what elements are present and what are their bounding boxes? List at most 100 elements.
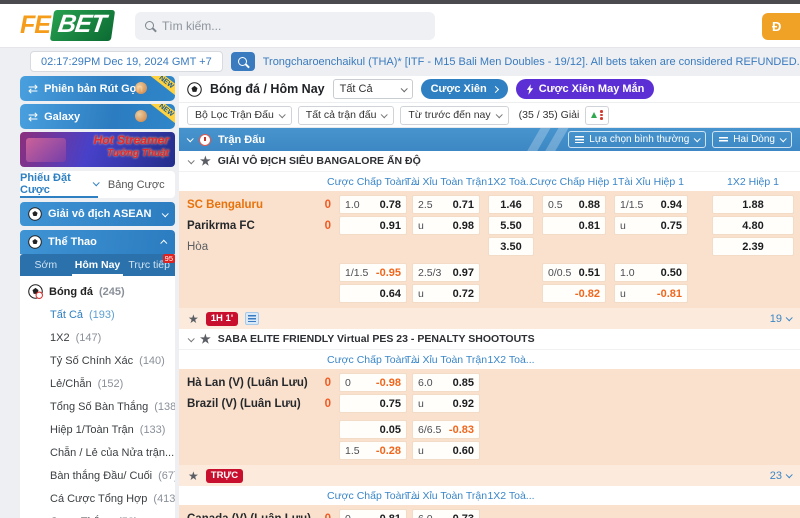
sidebar-market-item[interactable]: Tất Cả(193) (20, 303, 175, 326)
sidebar-market-item[interactable]: Lẻ/Chẵn(152) (20, 372, 175, 395)
odds-cell[interactable]: 3.50 (488, 237, 534, 256)
chevron-down-icon (780, 135, 787, 142)
search-input[interactable]: Tìm kiếm... (135, 12, 435, 40)
odds-cell[interactable]: 1.46 (488, 195, 534, 214)
favorite-star-icon[interactable]: ★ (200, 155, 211, 167)
odds-cell[interactable]: u0.92 (412, 394, 480, 413)
odds-cell[interactable]: 2.50.71 (412, 195, 480, 214)
odds-cell[interactable]: 5.50 (488, 216, 534, 235)
match-filter-dropdown[interactable]: Bộ Lọc Trận Đấu (187, 106, 292, 125)
sidebar-market-item[interactable]: Chẵn / Lẻ của Nửa trận...(129) (20, 441, 175, 464)
sort-up-icon (591, 112, 597, 118)
filter-lines-icon (575, 136, 584, 143)
chevron-up-icon (160, 239, 167, 246)
team-score: 0 (317, 377, 331, 389)
league-sort-button[interactable] (585, 106, 609, 125)
odds-cell[interactable]: 2.5/30.97 (412, 263, 480, 282)
lucky-parlay-button[interactable]: Cược Xiên May Mắn (516, 79, 655, 99)
odds-cell[interactable]: 0.75 (339, 394, 407, 413)
chevron-down-icon (400, 85, 407, 92)
team-column: Parikrma FC0 (187, 220, 339, 232)
league-header[interactable]: ★SABA ELITE FRIENDLY Virtual PES 23 - PE… (179, 329, 800, 350)
sidebar-item-sports[interactable]: Thể Thao (20, 230, 175, 254)
odds-value: 0.71 (453, 199, 474, 211)
ticker-message: Trongcharoenchaikul (THA)* [ITF - M15 Ba… (263, 56, 800, 68)
favorite-star-icon[interactable]: ★ (200, 333, 211, 345)
odds-cell[interactable]: 0.81 (542, 216, 606, 235)
all-matches-dropdown[interactable]: Tất cả trận đấu (298, 106, 395, 125)
odds-cell[interactable]: 0.91 (339, 216, 407, 235)
odds-cell[interactable]: 6/6.5-0.83 (412, 420, 480, 439)
sidebar-item-compact-version[interactable]: ⇄ Phiên bản Rút Gọn NEW (20, 76, 175, 101)
sidebar-market-item[interactable]: 1X2(147) (20, 326, 175, 349)
account-button[interactable]: Đ (762, 13, 800, 40)
match-row: Canada (V) (Luân Lưu)000.81 6.00.73 (187, 508, 794, 518)
row-mode-select[interactable]: Hai Dòng (712, 131, 792, 148)
odds-cell[interactable]: 1.00.50 (614, 263, 688, 282)
odds-cell-empty (488, 441, 534, 460)
sidebar-market-item[interactable]: Cá Cược Tổng Hợp(413) (20, 487, 175, 510)
market-count-select[interactable]: 19 (770, 313, 791, 325)
odds-cell[interactable]: 0/0.50.51 (542, 263, 606, 282)
team-column: Brazil (V) (Luân Lưu)0 (187, 398, 339, 410)
odds-cell[interactable]: 6.00.73 (412, 509, 480, 518)
odds-cell[interactable]: 1.5-0.28 (339, 441, 407, 460)
favorite-star-icon[interactable]: ★ (188, 313, 199, 325)
odds-cell[interactable]: 1/1.5-0.95 (339, 263, 407, 282)
tab-bet-slip[interactable]: Phiếu Đặt Cược (20, 171, 98, 198)
odds-cell[interactable]: 1.88 (712, 195, 794, 214)
odds-cell[interactable]: u0.75 (614, 216, 688, 235)
promo-banner[interactable]: Hot Streamer Tưởng Thuật (20, 132, 175, 167)
odds-cell[interactable]: -0.82 (542, 284, 606, 303)
banner-subtitle: Tưởng Thuật (94, 148, 169, 160)
odds-cell[interactable]: 0.64 (339, 284, 407, 303)
chevron-down-icon[interactable] (187, 135, 194, 142)
odds-cell[interactable]: 0.50.88 (542, 195, 606, 214)
chip-label: Bộ Lọc Trận Đấu (195, 109, 274, 121)
tab-today[interactable]: Hôm Nay (72, 254, 124, 276)
odds-cell[interactable]: u-0.81 (614, 284, 688, 303)
chip-label: Từ trước đến nay (408, 109, 490, 121)
team-column: Canada (V) (Luân Lưu)0 (187, 513, 339, 518)
tab-label: Sớm (35, 259, 58, 271)
sidebar-item-galaxy[interactable]: ⇄ Galaxy NEW (20, 104, 175, 129)
stats-icon[interactable] (245, 312, 259, 325)
febet-logo[interactable]: FE BET (20, 10, 113, 41)
odds-cell[interactable]: 0.05 (339, 420, 407, 439)
sidebar-market-item[interactable]: Bàn thắng Đầu/ Cuối(67) (20, 464, 175, 487)
league-header[interactable]: ★GIẢI VÔ ĐỊCH SIÊU BANGALORE ẤN ĐỘ (179, 151, 800, 172)
odds-cell[interactable]: 2.39 (712, 237, 794, 256)
sidebar-market-item[interactable]: Cược Thắng(52) (20, 510, 175, 518)
odds-cell[interactable]: 6.00.85 (412, 373, 480, 392)
sidebar-market-item[interactable]: Hiệp 1/Toàn Trận(133) (20, 418, 175, 441)
market-label: Tổng Số Bàn Thắng (50, 401, 148, 413)
tab-bet-board[interactable]: Bảng Cược (98, 171, 176, 198)
odds-cell[interactable]: 1/1.50.94 (614, 195, 688, 214)
odds-cell[interactable]: u0.72 (412, 284, 480, 303)
odds-value: 0.91 (380, 220, 401, 232)
planet-decoration (135, 82, 147, 94)
odds-cell[interactable]: 1.00.78 (339, 195, 407, 214)
parlay-button[interactable]: Cược Xiên (421, 79, 508, 99)
tab-live[interactable]: Trực tiếp 95 (123, 254, 175, 276)
time-range-dropdown[interactable]: Từ trước đến nay (400, 106, 508, 125)
team-name: Canada (V) (Luân Lưu) (187, 513, 317, 518)
view-mode-select[interactable]: Lựa chọn bình thường (568, 131, 706, 148)
sidebar-item-football[interactable]: Bóng đá (245) (20, 280, 175, 303)
market-count: (413) (153, 493, 175, 505)
odds-cell[interactable]: u0.98 (412, 216, 480, 235)
market-count-select[interactable]: 23 (770, 470, 791, 482)
handicap-value: 2.5/3 (418, 267, 441, 279)
tab-early[interactable]: Sớm (20, 254, 72, 276)
ticker-search-button[interactable] (231, 52, 255, 71)
odds-cell[interactable]: 00.81 (339, 509, 407, 518)
favorite-star-icon[interactable]: ★ (188, 470, 199, 482)
sidebar-market-item[interactable]: Tổng Số Bàn Thắng(138) (20, 395, 175, 418)
sidebar-market-item[interactable]: Tỷ Số Chính Xác(140) (20, 349, 175, 372)
sidebar-item-asean-league[interactable]: Giải vô địch ASEAN (20, 202, 175, 226)
odds-cell[interactable]: 0-0.98 (339, 373, 407, 392)
match-row: Hòa3.502.39 (187, 236, 794, 257)
odds-cell[interactable]: u0.60 (412, 441, 480, 460)
odds-cell[interactable]: 4.80 (712, 216, 794, 235)
market-filter-select[interactable]: Tất Cả (333, 79, 413, 99)
